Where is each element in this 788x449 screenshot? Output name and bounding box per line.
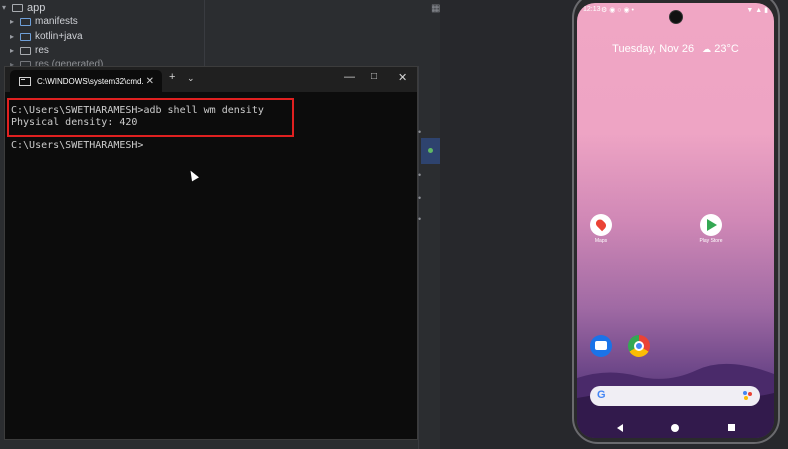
chevron-right-icon: ▸	[10, 17, 15, 26]
close-icon[interactable]: ✕	[146, 76, 154, 87]
temperature-text: 23°C	[714, 43, 739, 55]
status-time: 12:13	[583, 6, 601, 13]
folder-icon	[20, 32, 31, 41]
camera-icon	[669, 10, 683, 24]
maximize-button[interactable]: □	[371, 71, 377, 82]
tree-item-manifests[interactable]: ▸ manifests	[10, 14, 78, 29]
gutter-marker-icon: •	[418, 193, 422, 203]
maps-icon	[590, 214, 612, 236]
google-g-icon: G	[597, 389, 606, 401]
minimize-button[interactable]: —	[344, 71, 355, 83]
phone-screen[interactable]: 12:13 ⚙ ◉ ○ ◉ • ▼ ▲ ▮ Tuesday, Nov 26 ☁ …	[577, 3, 774, 438]
terminal-line: C:\Users\SWETHARAMESH>	[11, 139, 144, 151]
app-label: Maps	[594, 238, 608, 244]
chevron-right-icon: ▸	[10, 46, 15, 55]
editor-gutter	[418, 66, 441, 449]
navigation-bar	[577, 419, 774, 437]
panel-divider	[204, 0, 205, 66]
date-widget[interactable]: Tuesday, Nov 26 ☁ 23°C	[577, 43, 774, 55]
tree-item-app[interactable]: ▾ app	[2, 0, 45, 15]
status-icons: ▼ ▲ ▮	[746, 7, 768, 14]
gutter-marker-icon: •	[418, 170, 422, 180]
chevron-down-icon: ▾	[2, 3, 7, 12]
tree-item-label: manifests	[35, 16, 78, 27]
google-search-bar[interactable]: G	[590, 386, 760, 406]
terminal-tab[interactable]: C:\WINDOWS\system32\cmd. ✕	[10, 70, 162, 92]
status-dot-icon	[428, 148, 433, 153]
messages-icon	[590, 335, 612, 357]
highlight-box	[7, 98, 294, 137]
app-chrome[interactable]	[619, 335, 659, 357]
assistant-icon[interactable]	[743, 391, 752, 400]
mouse-cursor-icon	[187, 168, 199, 182]
play-store-icon	[700, 214, 722, 236]
app-messages[interactable]	[581, 335, 621, 357]
chevron-right-icon: ▸	[10, 32, 15, 41]
tree-item-kotlin-java[interactable]: ▸ kotlin+java	[10, 29, 83, 44]
date-text: Tuesday, Nov 26	[612, 43, 695, 55]
chevron-down-icon[interactable]: ⌄	[187, 73, 195, 84]
tree-item-label: res	[35, 45, 49, 56]
app-maps[interactable]: Maps	[581, 214, 621, 244]
terminal-window[interactable]: C:\WINDOWS\system32\cmd. ✕ + ⌄ — □ ✕ C:\…	[4, 66, 418, 440]
terminal-titlebar[interactable]: C:\WINDOWS\system32\cmd. ✕ + ⌄ — □ ✕	[5, 67, 417, 92]
tree-item-label: app	[27, 1, 46, 14]
gutter-marker-icon: •	[418, 127, 422, 137]
weather-icon: ☁	[697, 44, 712, 54]
folder-icon	[20, 17, 31, 26]
tree-item-label: kotlin+java	[35, 31, 83, 42]
cmd-icon	[19, 76, 31, 86]
new-tab-button[interactable]: +	[169, 71, 175, 83]
notification-icons: ⚙ ◉ ○ ◉ •	[601, 7, 634, 14]
close-window-button[interactable]: ✕	[398, 71, 407, 84]
chrome-icon	[628, 335, 650, 357]
terminal-tab-title: C:\WINDOWS\system32\cmd.	[37, 76, 144, 86]
home-icon[interactable]	[671, 424, 679, 432]
app-play-store[interactable]: Play Store	[691, 214, 731, 244]
folder-icon	[12, 3, 23, 12]
tree-item-res[interactable]: ▸ res	[10, 43, 49, 58]
back-icon[interactable]	[617, 424, 623, 432]
folder-icon	[20, 46, 31, 55]
gutter-marker-icon: •	[418, 214, 422, 224]
recents-icon[interactable]	[728, 424, 735, 431]
app-label: Play Store	[699, 238, 723, 244]
